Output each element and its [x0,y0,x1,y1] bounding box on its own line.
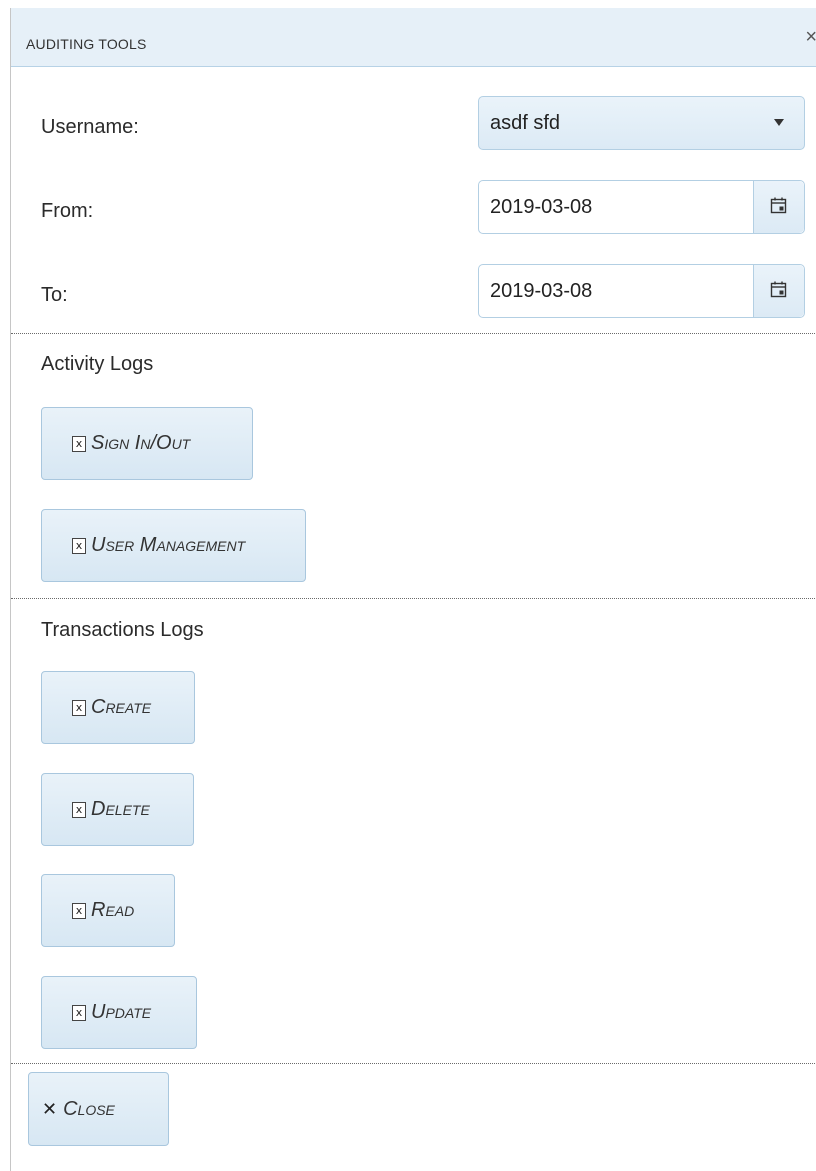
close-icon[interactable]: × [805,27,816,47]
username-select[interactable]: asdf sfd [478,96,805,150]
button-label: User Management [91,534,246,556]
excel-icon: x [72,537,86,554]
create-export-button[interactable]: x Create [41,671,195,744]
from-date-picker [478,180,805,234]
dialog-title: AUDITING TOOLS [26,36,147,52]
auditing-tools-dialog: AUDITING TOOLS × Username: asdf sfd From… [10,8,816,1171]
transactions-logs-title: Transactions Logs [41,619,204,641]
excel-icon: x [72,902,86,919]
activity-logs-title: Activity Logs [41,353,154,375]
from-calendar-button[interactable] [753,181,804,233]
button-label: Read [91,899,135,921]
excel-icon: x [72,435,86,452]
dialog-titlebar: AUDITING TOOLS × [11,8,816,67]
calendar-icon [770,281,787,298]
calendar-icon [770,197,787,214]
divider [11,1063,816,1064]
excel-icon: x [72,801,86,818]
divider [11,333,816,334]
button-label: Create [91,696,152,718]
sign-in-out-export-button[interactable]: x Sign In/Out [41,407,253,480]
delete-export-button[interactable]: x Delete [41,773,194,846]
excel-icon: x [72,1004,86,1021]
to-date-input[interactable] [480,266,754,316]
close-button-label: Close [63,1097,115,1120]
to-calendar-button[interactable] [753,265,804,317]
username-select-value: asdf sfd [490,112,561,134]
username-label: Username: [41,116,139,138]
read-export-button[interactable]: x Read [41,874,175,947]
button-label: Delete [91,798,150,820]
chevron-down-icon [774,119,784,126]
divider [11,598,816,599]
button-label: Update [91,1001,152,1023]
from-date-input[interactable] [480,182,754,232]
excel-icon: x [72,699,86,716]
to-date-picker [478,264,805,318]
close-button[interactable]: ✕ Close [28,1072,169,1146]
button-label: Sign In/Out [91,432,191,454]
from-label: From: [41,200,94,222]
update-export-button[interactable]: x Update [41,976,197,1049]
close-icon: ✕ [42,1098,58,1119]
user-management-export-button[interactable]: x User Management [41,509,306,582]
to-label: To: [41,284,68,306]
